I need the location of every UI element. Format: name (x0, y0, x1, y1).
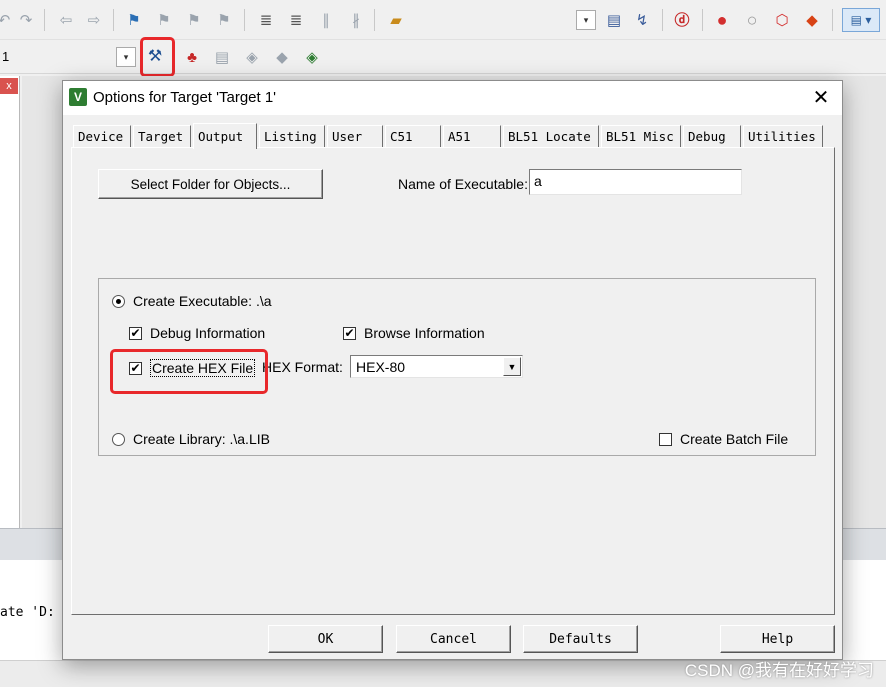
watermark-text: CSDN @我有在好好学习 (684, 661, 874, 680)
select-folder-button[interactable]: Select Folder for Objects... (98, 169, 323, 199)
toolbar-separator (113, 9, 114, 31)
tab-a51[interactable]: A51 (443, 125, 501, 147)
create-batch-label: Create Batch File (680, 431, 789, 447)
name-of-executable-label: Name of Executable: (398, 176, 528, 192)
disabled-breakpoint-icon[interactable]: ○ (742, 10, 762, 30)
multi-project-icon[interactable]: ◈ (302, 47, 322, 67)
pack-installer-icon[interactable]: ◆ (272, 47, 292, 67)
hex-format-value: HEX-80 (356, 359, 406, 375)
toolbar-separator (662, 9, 663, 31)
create-batch-option[interactable]: Create Batch File (659, 431, 788, 447)
build-output-text: ate 'D: (0, 605, 55, 620)
kill-breakpoints-icon[interactable]: ◆ (802, 10, 822, 30)
tab-device[interactable]: Device (73, 125, 131, 147)
debug-information-label: Debug Information (150, 325, 266, 341)
breakpoint-icon[interactable]: ● (712, 10, 732, 30)
browse-information-label: Browse Information (364, 325, 485, 341)
dropdown-icon[interactable]: ▾ (576, 10, 596, 30)
undo-icon[interactable]: ↶ (0, 10, 14, 30)
comment-icon[interactable]: ∥ (316, 10, 336, 30)
create-executable-radio[interactable] (112, 294, 125, 308)
toolbar-separator (832, 9, 833, 31)
target-dropdown-icon[interactable]: ▾ (116, 47, 136, 67)
bookmark-icon[interactable]: ⚑ (124, 10, 144, 30)
tab-user[interactable]: User (327, 125, 383, 147)
forward-icon[interactable]: ⇨ (84, 10, 104, 30)
create-library-label: Create Library: .\a.LIB (133, 431, 270, 447)
redo-icon[interactable]: ↷ (16, 10, 36, 30)
create-library-radio[interactable] (112, 432, 125, 446)
back-icon[interactable]: ⇦ (56, 10, 76, 30)
toolbar-separator (244, 9, 245, 31)
tab-debug[interactable]: Debug (683, 125, 741, 147)
debug-session-icon[interactable]: ⓓ (672, 10, 692, 30)
close-panel-icon[interactable]: x (0, 78, 18, 94)
dialog-titlebar[interactable]: V Options for Target 'Target 1' ✕ (63, 81, 842, 115)
uncomment-icon[interactable]: ∦ (346, 10, 366, 30)
manage-project-icon[interactable]: ♣ (182, 47, 202, 67)
toolbar-separator (702, 9, 703, 31)
tab-utilities[interactable]: Utilities (743, 125, 823, 147)
select-device-icon[interactable]: ◈ (242, 47, 262, 67)
help-button[interactable]: Help (720, 625, 835, 653)
keil-logo-icon: V (69, 88, 87, 106)
tab-listing[interactable]: Listing (259, 125, 325, 147)
next-bookmark-icon[interactable]: ⚑ (184, 10, 204, 30)
create-executable-option[interactable]: Create Executable: .\a (112, 293, 272, 309)
dialog-title: Options for Target 'Target 1' (93, 89, 277, 106)
toolbar-separator (44, 9, 45, 31)
chevron-down-icon[interactable]: ▼ (503, 357, 521, 376)
create-executable-label: Create Executable: .\a (133, 293, 272, 309)
target-selector-value[interactable]: 1 (2, 49, 9, 64)
ok-button[interactable]: OK (268, 625, 383, 653)
find-icon[interactable]: ▤ (604, 10, 624, 30)
tab-c51[interactable]: C51 (385, 125, 441, 147)
hex-format-select[interactable]: HEX-80 ▼ (350, 355, 523, 378)
enable-breakpoints-icon[interactable]: ⬡ (772, 10, 792, 30)
browse-information-checkbox[interactable]: ✔ (343, 326, 356, 340)
indent-icon[interactable]: ≣ (256, 10, 276, 30)
tab-output[interactable]: Output (193, 123, 257, 149)
tab-bl51-misc[interactable]: BL51 Misc (601, 125, 681, 147)
name-of-executable-field[interactable]: a (529, 169, 742, 195)
manage-books-icon[interactable]: ▤ (212, 47, 232, 67)
create-batch-checkbox[interactable] (659, 432, 672, 446)
create-library-option[interactable]: Create Library: .\a.LIB (112, 431, 270, 447)
defaults-button[interactable]: Defaults (523, 625, 638, 653)
build-toolbar: 1 ▾ ⚒ ♣ ▤ ◈ ◆ ◈ (0, 40, 886, 74)
toolbar-highlight-box (140, 37, 175, 77)
find-in-files-icon[interactable]: ▰ (386, 10, 406, 30)
window-layout-icon[interactable]: ▤ ▾ (842, 8, 880, 32)
hex-highlight-box (110, 349, 268, 394)
incremental-find-icon[interactable]: ↯ (632, 10, 652, 30)
project-panel: x (0, 76, 20, 528)
close-icon[interactable]: ✕ (806, 84, 836, 112)
browse-information-option[interactable]: ✔ Browse Information (343, 325, 485, 341)
main-toolbar: ↶ ↷ ⇦ ⇨ ⚑ ⚑ ⚑ ⚑ ≣ ≣ ∥ ∦ ▰ ▾ ▤ ↯ ⓓ ● ○ ⬡ … (0, 0, 886, 40)
tab-bl51-locate[interactable]: BL51 Locate (503, 125, 599, 147)
toolbar-separator (374, 9, 375, 31)
debug-information-option[interactable]: ✔ Debug Information (129, 325, 265, 341)
hex-format-label: HEX Format: (262, 359, 343, 375)
debug-information-checkbox[interactable]: ✔ (129, 326, 142, 340)
tab-target[interactable]: Target (133, 125, 191, 147)
prev-bookmark-icon[interactable]: ⚑ (154, 10, 174, 30)
output-tab-panel: Select Folder for Objects... Name of Exe… (71, 147, 835, 615)
cancel-button[interactable]: Cancel (396, 625, 511, 653)
unindent-icon[interactable]: ≣ (286, 10, 306, 30)
options-dialog: V Options for Target 'Target 1' ✕ Device… (62, 80, 843, 660)
clear-bookmarks-icon[interactable]: ⚑ (214, 10, 234, 30)
